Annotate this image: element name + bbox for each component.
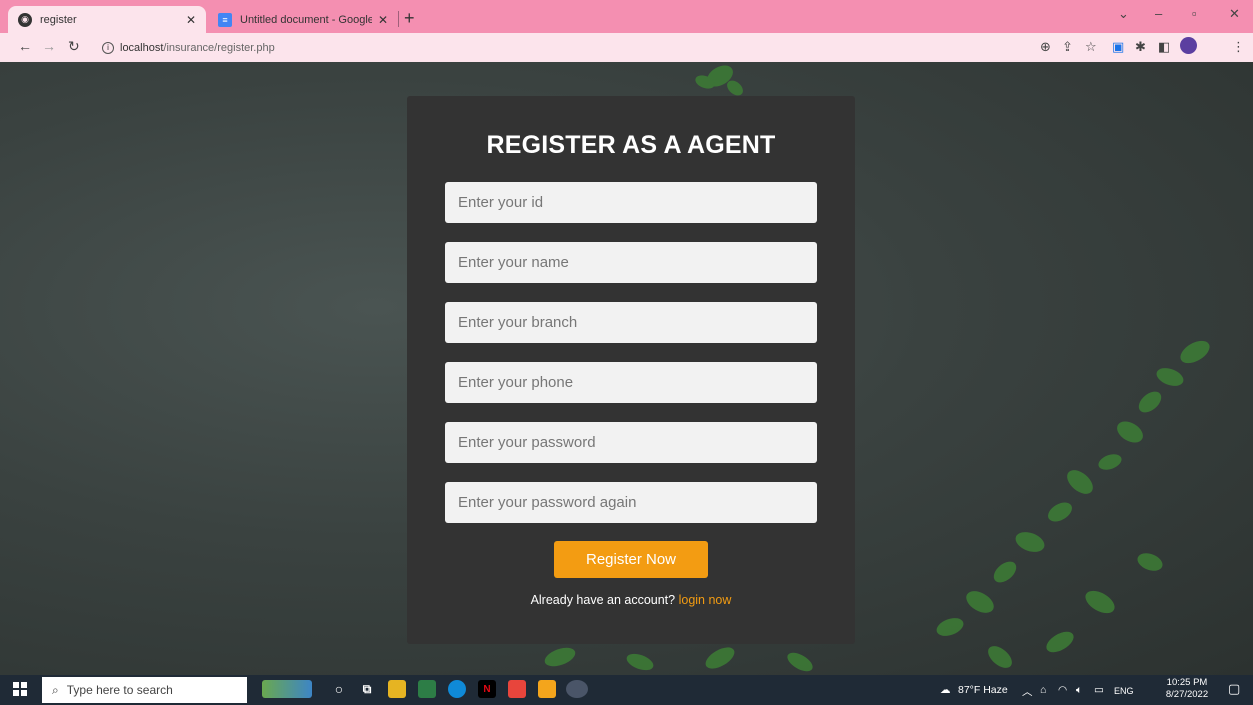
close-tab-icon[interactable]: ✕ bbox=[378, 13, 388, 27]
minimize-button[interactable]: – bbox=[1155, 6, 1162, 21]
docs-icon: ≡ bbox=[218, 12, 232, 27]
weather-text[interactable]: 87°F Haze bbox=[958, 684, 1008, 696]
forward-icon[interactable]: → bbox=[42, 38, 56, 54]
show-hidden-icons[interactable]: ︿ bbox=[1022, 684, 1033, 699]
bookmark-star-icon[interactable]: ☆ bbox=[1085, 39, 1097, 55]
wifi-icon[interactable]: ◠ bbox=[1058, 684, 1067, 696]
login-prompt-text: Already have an account? bbox=[530, 593, 676, 607]
taskbar-search[interactable]: ⌕ Type here to search bbox=[42, 677, 247, 703]
share-icon[interactable]: ⇪ bbox=[1062, 39, 1073, 55]
netflix-icon[interactable]: N bbox=[478, 680, 496, 698]
form-title: REGISTER AS A AGENT bbox=[486, 131, 776, 159]
tab-label: register bbox=[40, 13, 77, 26]
name-input[interactable] bbox=[445, 242, 817, 283]
profile-avatar[interactable] bbox=[1180, 37, 1197, 54]
address-bar[interactable]: i localhost/insurance/register.php bbox=[96, 37, 1016, 58]
register-now-button[interactable]: Register Now bbox=[554, 541, 708, 578]
site-info-icon[interactable]: i bbox=[102, 41, 114, 54]
tab-divider bbox=[398, 11, 399, 27]
cortana-icon[interactable]: ○ bbox=[330, 680, 348, 698]
id-input[interactable] bbox=[445, 182, 817, 223]
search-placeholder: Type here to search bbox=[66, 683, 173, 697]
extension-icon[interactable]: ▣ bbox=[1112, 39, 1124, 55]
notifications-icon[interactable]: ▢ bbox=[1228, 681, 1240, 697]
side-panel-icon[interactable]: ◧ bbox=[1158, 39, 1170, 55]
file-explorer-icon[interactable] bbox=[388, 680, 406, 698]
clock-time: 10:25 PM bbox=[1166, 677, 1208, 688]
widgets-icon[interactable] bbox=[262, 680, 312, 698]
tab-search-icon[interactable]: ⌄ bbox=[1118, 6, 1129, 22]
puzzle-icon[interactable]: ✱ bbox=[1135, 39, 1146, 55]
store-icon[interactable] bbox=[418, 680, 436, 698]
confirm-password-input[interactable] bbox=[445, 482, 817, 523]
menu-icon[interactable]: ⋮ bbox=[1232, 39, 1245, 55]
page-background: REGISTER AS A AGENT Register Now Already… bbox=[0, 62, 1253, 675]
back-icon[interactable]: ← bbox=[18, 38, 32, 54]
maximize-button[interactable]: ▫ bbox=[1192, 6, 1197, 21]
clock-date: 8/27/2022 bbox=[1165, 689, 1209, 700]
phone-input[interactable] bbox=[445, 362, 817, 403]
network-icon[interactable]: ⌂ bbox=[1040, 684, 1046, 696]
reload-icon[interactable]: ↻ bbox=[68, 38, 80, 55]
url-host: localhost bbox=[120, 41, 164, 54]
windows-start-icon[interactable] bbox=[13, 682, 27, 696]
search-icon: ⌕ bbox=[52, 682, 59, 697]
login-prompt: Already have an account? login now bbox=[407, 593, 855, 607]
tab-register[interactable]: ◉ register ✕ bbox=[8, 6, 206, 33]
volume-icon[interactable]: 🔈︎ bbox=[1076, 684, 1082, 697]
app-icon[interactable] bbox=[508, 680, 526, 698]
chrome-icon[interactable] bbox=[566, 680, 588, 698]
tab-label: Untitled document - Google Doc bbox=[240, 13, 372, 26]
globe-icon: ◉ bbox=[18, 12, 32, 27]
close-window-button[interactable]: ✕ bbox=[1229, 6, 1240, 22]
new-tab-button[interactable]: + bbox=[404, 8, 415, 29]
weather-icon: ☁ bbox=[940, 684, 951, 696]
system-clock[interactable]: 10:25 PM 8/27/2022 bbox=[1162, 677, 1212, 701]
sublime-icon[interactable] bbox=[538, 680, 556, 698]
close-tab-icon[interactable]: ✕ bbox=[186, 13, 196, 27]
url-path: /insurance/register.php bbox=[163, 41, 275, 54]
branch-input[interactable] bbox=[445, 302, 817, 343]
password-input[interactable] bbox=[445, 422, 817, 463]
login-now-link[interactable]: login now bbox=[679, 593, 732, 607]
tab-google-doc[interactable]: ≡ Untitled document - Google Doc ✕ bbox=[208, 6, 398, 33]
register-form-card: REGISTER AS A AGENT Register Now Already… bbox=[407, 96, 855, 644]
zoom-icon[interactable]: ⊕ bbox=[1040, 39, 1051, 55]
edge-icon[interactable] bbox=[448, 680, 466, 698]
battery-icon[interactable]: ▭ bbox=[1094, 684, 1104, 696]
task-view-icon[interactable]: ⧉ bbox=[358, 680, 376, 698]
language-indicator[interactable]: ENG bbox=[1114, 686, 1134, 696]
